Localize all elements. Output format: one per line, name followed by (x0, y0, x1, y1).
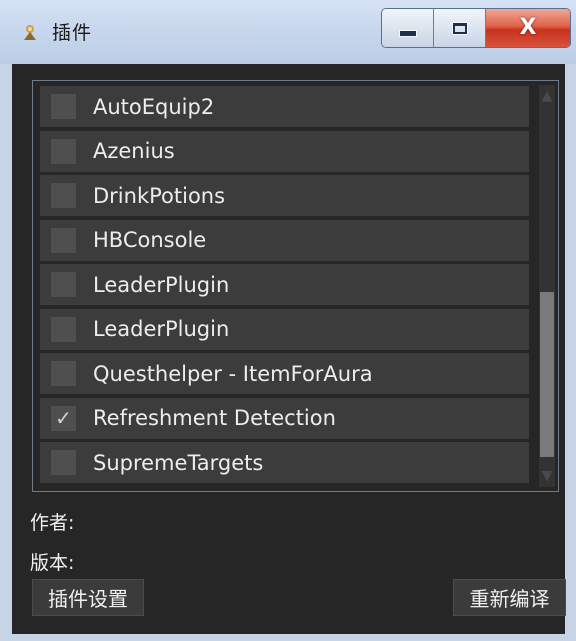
checkbox[interactable] (51, 361, 76, 386)
scroll-up-arrow-icon[interactable]: ▲ (539, 85, 555, 107)
checkbox[interactable] (51, 138, 76, 164)
title-bar[interactable]: 插件 X (0, 0, 576, 64)
plugin-settings-button[interactable]: 插件设置 (32, 579, 144, 616)
plugin-list: AutoEquip2 Azenius DrinkPotions HBConsole Le… (32, 80, 559, 492)
vertical-scrollbar[interactable]: ▲ ▼ (539, 85, 555, 487)
plugin-list-item[interactable]: Azenius (40, 130, 529, 172)
checkmark-icon: ✓ (55, 406, 72, 430)
plugin-list-item[interactable]: DrinkPotions (40, 175, 529, 216)
plugin-name: Refreshment Detection (93, 406, 336, 430)
plugin-name: SupremeTargets (93, 450, 264, 475)
close-button[interactable]: X (486, 9, 570, 47)
plugin-name: LeaderPlugin (93, 317, 230, 341)
maximize-button[interactable] (434, 9, 486, 47)
plugin-name: AutoEquip2 (93, 94, 215, 119)
scroll-down-arrow-icon[interactable]: ▼ (539, 465, 555, 487)
checkbox[interactable] (51, 227, 76, 253)
app-icon (24, 25, 36, 40)
plugin-list-item[interactable]: HBConsole (40, 219, 529, 261)
scroll-thumb[interactable] (540, 292, 554, 457)
caption-buttons: X (381, 8, 571, 48)
plugin-list-item[interactable]: LeaderPlugin (40, 308, 529, 350)
checkbox[interactable] (51, 272, 76, 297)
maximize-icon (451, 21, 468, 35)
close-icon: X (519, 15, 537, 40)
recompile-button[interactable]: 重新编译 (453, 579, 566, 616)
version-label: 版本: (30, 552, 75, 574)
plugin-name: Azenius (93, 139, 175, 163)
plugin-list-item[interactable]: ✓ Refreshment Detection (40, 397, 529, 439)
checkbox[interactable] (51, 450, 76, 475)
plugin-name: HBConsole (93, 228, 207, 252)
client-area: AutoEquip2 Azenius DrinkPotions HBConsole Le… (12, 64, 566, 634)
checkbox-checked[interactable]: ✓ (51, 405, 76, 431)
plugin-name: LeaderPlugin (93, 272, 230, 297)
minimize-button[interactable] (382, 9, 434, 47)
plugins-window: 插件 X AutoEquip2 Azenius DrinkPotions HBCons… (0, 0, 576, 641)
plugin-list-item[interactable]: Questhelper - ItemForAura (40, 353, 529, 394)
author-label: 作者: (30, 512, 75, 534)
minimize-icon (398, 29, 417, 37)
plugin-list-item[interactable]: SupremeTargets (40, 442, 529, 483)
plugin-name: DrinkPotions (93, 183, 226, 208)
plugin-name: Questhelper - ItemForAura (93, 361, 373, 386)
plugin-list-item[interactable]: AutoEquip2 (40, 86, 529, 127)
plugin-list-item[interactable]: LeaderPlugin (40, 264, 529, 305)
window-title: 插件 (52, 22, 93, 44)
checkbox[interactable] (51, 94, 76, 119)
checkbox[interactable] (51, 183, 76, 208)
checkbox[interactable] (51, 316, 76, 342)
